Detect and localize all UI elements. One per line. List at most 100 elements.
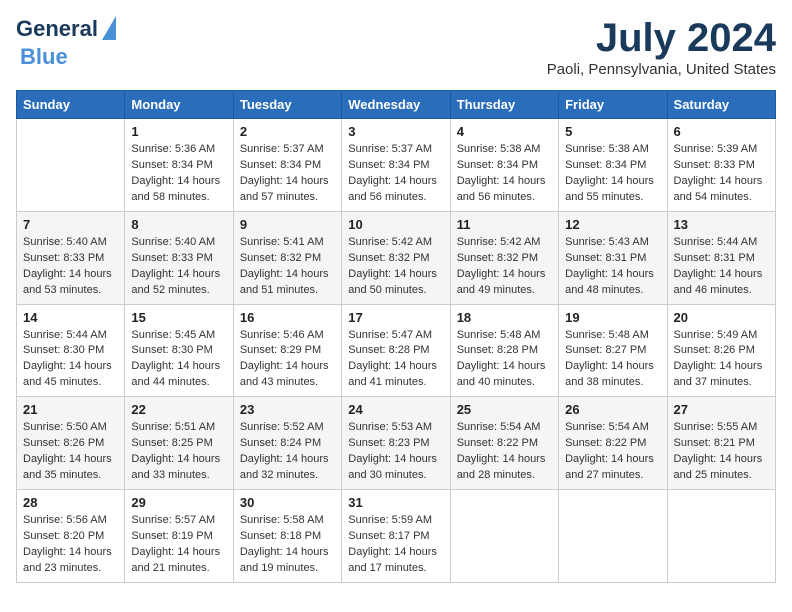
cell-week1-day7: 6 Sunrise: 5:39 AM Sunset: 8:33 PM Daylig… <box>667 119 775 212</box>
cell-week5-day6 <box>559 490 667 583</box>
day-number: 29 <box>131 495 226 510</box>
cell-week3-day4: 17 Sunrise: 5:47 AM Sunset: 8:28 PM Dayli… <box>342 304 450 397</box>
cell-week4-day3: 23Sunrise: 5:52 AM Sunset: 8:24 PM Dayli… <box>233 397 341 490</box>
day-number: 4 <box>457 124 552 139</box>
day-info: Sunrise: 5:43 AM Sunset: 8:31 PM Dayligh… <box>565 235 660 299</box>
cell-week2-day1: 7 Sunrise: 5:40 AM Sunset: 8:33 PM Daylig… <box>17 211 125 304</box>
day-info: Sunrise: 5:40 AM Sunset: 8:33 PM Dayligh… <box>131 235 226 299</box>
day-number: 10 <box>348 217 443 232</box>
cell-week1-day5: 4 Sunrise: 5:38 AM Sunset: 8:34 PM Daylig… <box>450 119 558 212</box>
cell-week1-day1 <box>17 119 125 212</box>
cell-week4-day5: 25Sunrise: 5:54 AM Sunset: 8:22 PM Dayli… <box>450 397 558 490</box>
day-info: Sunrise: 5:59 AM Sunset: 8:17 PM Dayligh… <box>348 513 443 577</box>
day-number: 31 <box>348 495 443 510</box>
day-number: 19 <box>565 310 660 325</box>
day-info: Sunrise: 5:49 AM Sunset: 8:26 PM Dayligh… <box>674 328 769 392</box>
calendar-body: 1Sunrise: 5:36 AM Sunset: 8:34 PM Daylig… <box>17 119 776 583</box>
day-number: 13 <box>674 217 769 232</box>
day-number: 2 <box>240 124 335 139</box>
cell-week5-day2: 29 Sunrise: 5:57 AM Sunset: 8:19 PM Dayli… <box>125 490 233 583</box>
day-number: 9 <box>240 217 335 232</box>
cell-week3-day1: 14 Sunrise: 5:44 AM Sunset: 8:30 PM Dayli… <box>17 304 125 397</box>
header-sunday: Sunday <box>17 91 125 119</box>
day-number: 7 <box>23 217 118 232</box>
day-info: Sunrise: 5:36 AM Sunset: 8:34 PM Dayligh… <box>131 142 226 206</box>
week-row-2: 7 Sunrise: 5:40 AM Sunset: 8:33 PM Daylig… <box>17 211 776 304</box>
day-info: Sunrise: 5:48 AM Sunset: 8:28 PM Dayligh… <box>457 328 552 392</box>
cell-week5-day1: 28 Sunrise: 5:56 AM Sunset: 8:20 PM Dayli… <box>17 490 125 583</box>
cell-week5-day5 <box>450 490 558 583</box>
day-info: Sunrise: 5:57 AM Sunset: 8:19 PM Dayligh… <box>131 513 226 577</box>
cell-week3-day5: 18 Sunrise: 5:48 AM Sunset: 8:28 PM Dayli… <box>450 304 558 397</box>
day-number: 28 <box>23 495 118 510</box>
cell-week4-day2: 22Sunrise: 5:51 AM Sunset: 8:25 PM Dayli… <box>125 397 233 490</box>
day-number: 23 <box>240 402 335 417</box>
cell-week4-day6: 26Sunrise: 5:54 AM Sunset: 8:22 PM Dayli… <box>559 397 667 490</box>
day-info: Sunrise: 5:42 AM Sunset: 8:32 PM Dayligh… <box>457 235 552 299</box>
month-title: July 2024 <box>547 16 776 61</box>
day-info: Sunrise: 5:56 AM Sunset: 8:20 PM Dayligh… <box>23 513 118 577</box>
cell-week1-day4: 3Sunrise: 5:37 AM Sunset: 8:34 PM Daylig… <box>342 119 450 212</box>
page-header: General Blue July 2024 Paoli, Pennsylvan… <box>16 16 776 78</box>
cell-week1-day6: 5Sunrise: 5:38 AM Sunset: 8:34 PM Daylig… <box>559 119 667 212</box>
cell-week5-day3: 30Sunrise: 5:58 AM Sunset: 8:18 PM Dayli… <box>233 490 341 583</box>
header-monday: Monday <box>125 91 233 119</box>
calendar-header-row: SundayMondayTuesdayWednesdayThursdayFrid… <box>17 91 776 119</box>
day-number: 11 <box>457 217 552 232</box>
cell-week2-day7: 13 Sunrise: 5:44 AM Sunset: 8:31 PM Dayli… <box>667 211 775 304</box>
cell-week1-day2: 1Sunrise: 5:36 AM Sunset: 8:34 PM Daylig… <box>125 119 233 212</box>
day-number: 16 <box>240 310 335 325</box>
day-info: Sunrise: 5:47 AM Sunset: 8:28 PM Dayligh… <box>348 328 443 392</box>
cell-week3-day3: 16 Sunrise: 5:46 AM Sunset: 8:29 PM Dayli… <box>233 304 341 397</box>
header-tuesday: Tuesday <box>233 91 341 119</box>
day-info: Sunrise: 5:38 AM Sunset: 8:34 PM Dayligh… <box>457 142 552 206</box>
day-info: Sunrise: 5:39 AM Sunset: 8:33 PM Dayligh… <box>674 142 769 206</box>
day-info: Sunrise: 5:48 AM Sunset: 8:27 PM Dayligh… <box>565 328 660 392</box>
day-info: Sunrise: 5:55 AM Sunset: 8:21 PM Dayligh… <box>674 420 769 484</box>
header-friday: Friday <box>559 91 667 119</box>
calendar-table: SundayMondayTuesdayWednesdayThursdayFrid… <box>16 90 776 583</box>
cell-week1-day3: 2 Sunrise: 5:37 AM Sunset: 8:34 PM Daylig… <box>233 119 341 212</box>
day-info: Sunrise: 5:53 AM Sunset: 8:23 PM Dayligh… <box>348 420 443 484</box>
day-number: 15 <box>131 310 226 325</box>
cell-week4-day4: 24Sunrise: 5:53 AM Sunset: 8:23 PM Dayli… <box>342 397 450 490</box>
cell-week2-day3: 9 Sunrise: 5:41 AM Sunset: 8:32 PM Daylig… <box>233 211 341 304</box>
week-row-3: 14 Sunrise: 5:44 AM Sunset: 8:30 PM Dayli… <box>17 304 776 397</box>
day-number: 14 <box>23 310 118 325</box>
day-number: 21 <box>23 402 118 417</box>
day-number: 18 <box>457 310 552 325</box>
day-info: Sunrise: 5:46 AM Sunset: 8:29 PM Dayligh… <box>240 328 335 392</box>
day-number: 26 <box>565 402 660 417</box>
day-number: 5 <box>565 124 660 139</box>
day-info: Sunrise: 5:42 AM Sunset: 8:32 PM Dayligh… <box>348 235 443 299</box>
day-number: 20 <box>674 310 769 325</box>
day-info: Sunrise: 5:50 AM Sunset: 8:26 PM Dayligh… <box>23 420 118 484</box>
cell-week2-day4: 10 Sunrise: 5:42 AM Sunset: 8:32 PM Dayli… <box>342 211 450 304</box>
day-number: 27 <box>674 402 769 417</box>
day-number: 6 <box>674 124 769 139</box>
cell-week2-day6: 12Sunrise: 5:43 AM Sunset: 8:31 PM Dayli… <box>559 211 667 304</box>
day-info: Sunrise: 5:44 AM Sunset: 8:30 PM Dayligh… <box>23 328 118 392</box>
header-saturday: Saturday <box>667 91 775 119</box>
week-row-5: 28 Sunrise: 5:56 AM Sunset: 8:20 PM Dayli… <box>17 490 776 583</box>
logo: General Blue <box>16 16 98 70</box>
cell-week4-day1: 21 Sunrise: 5:50 AM Sunset: 8:26 PM Dayli… <box>17 397 125 490</box>
week-row-4: 21 Sunrise: 5:50 AM Sunset: 8:26 PM Dayli… <box>17 397 776 490</box>
day-number: 8 <box>131 217 226 232</box>
day-info: Sunrise: 5:37 AM Sunset: 8:34 PM Dayligh… <box>240 142 335 206</box>
header-wednesday: Wednesday <box>342 91 450 119</box>
cell-week3-day6: 19 Sunrise: 5:48 AM Sunset: 8:27 PM Dayli… <box>559 304 667 397</box>
day-info: Sunrise: 5:44 AM Sunset: 8:31 PM Dayligh… <box>674 235 769 299</box>
day-info: Sunrise: 5:37 AM Sunset: 8:34 PM Dayligh… <box>348 142 443 206</box>
day-info: Sunrise: 5:40 AM Sunset: 8:33 PM Dayligh… <box>23 235 118 299</box>
day-info: Sunrise: 5:54 AM Sunset: 8:22 PM Dayligh… <box>457 420 552 484</box>
day-info: Sunrise: 5:41 AM Sunset: 8:32 PM Dayligh… <box>240 235 335 299</box>
day-number: 17 <box>348 310 443 325</box>
week-row-1: 1Sunrise: 5:36 AM Sunset: 8:34 PM Daylig… <box>17 119 776 212</box>
cell-week2-day2: 8 Sunrise: 5:40 AM Sunset: 8:33 PM Daylig… <box>125 211 233 304</box>
cell-week3-day2: 15Sunrise: 5:45 AM Sunset: 8:30 PM Dayli… <box>125 304 233 397</box>
day-number: 30 <box>240 495 335 510</box>
cell-week3-day7: 20 Sunrise: 5:49 AM Sunset: 8:26 PM Dayli… <box>667 304 775 397</box>
header-thursday: Thursday <box>450 91 558 119</box>
title-area: July 2024 Paoli, Pennsylvania, United St… <box>547 16 776 78</box>
